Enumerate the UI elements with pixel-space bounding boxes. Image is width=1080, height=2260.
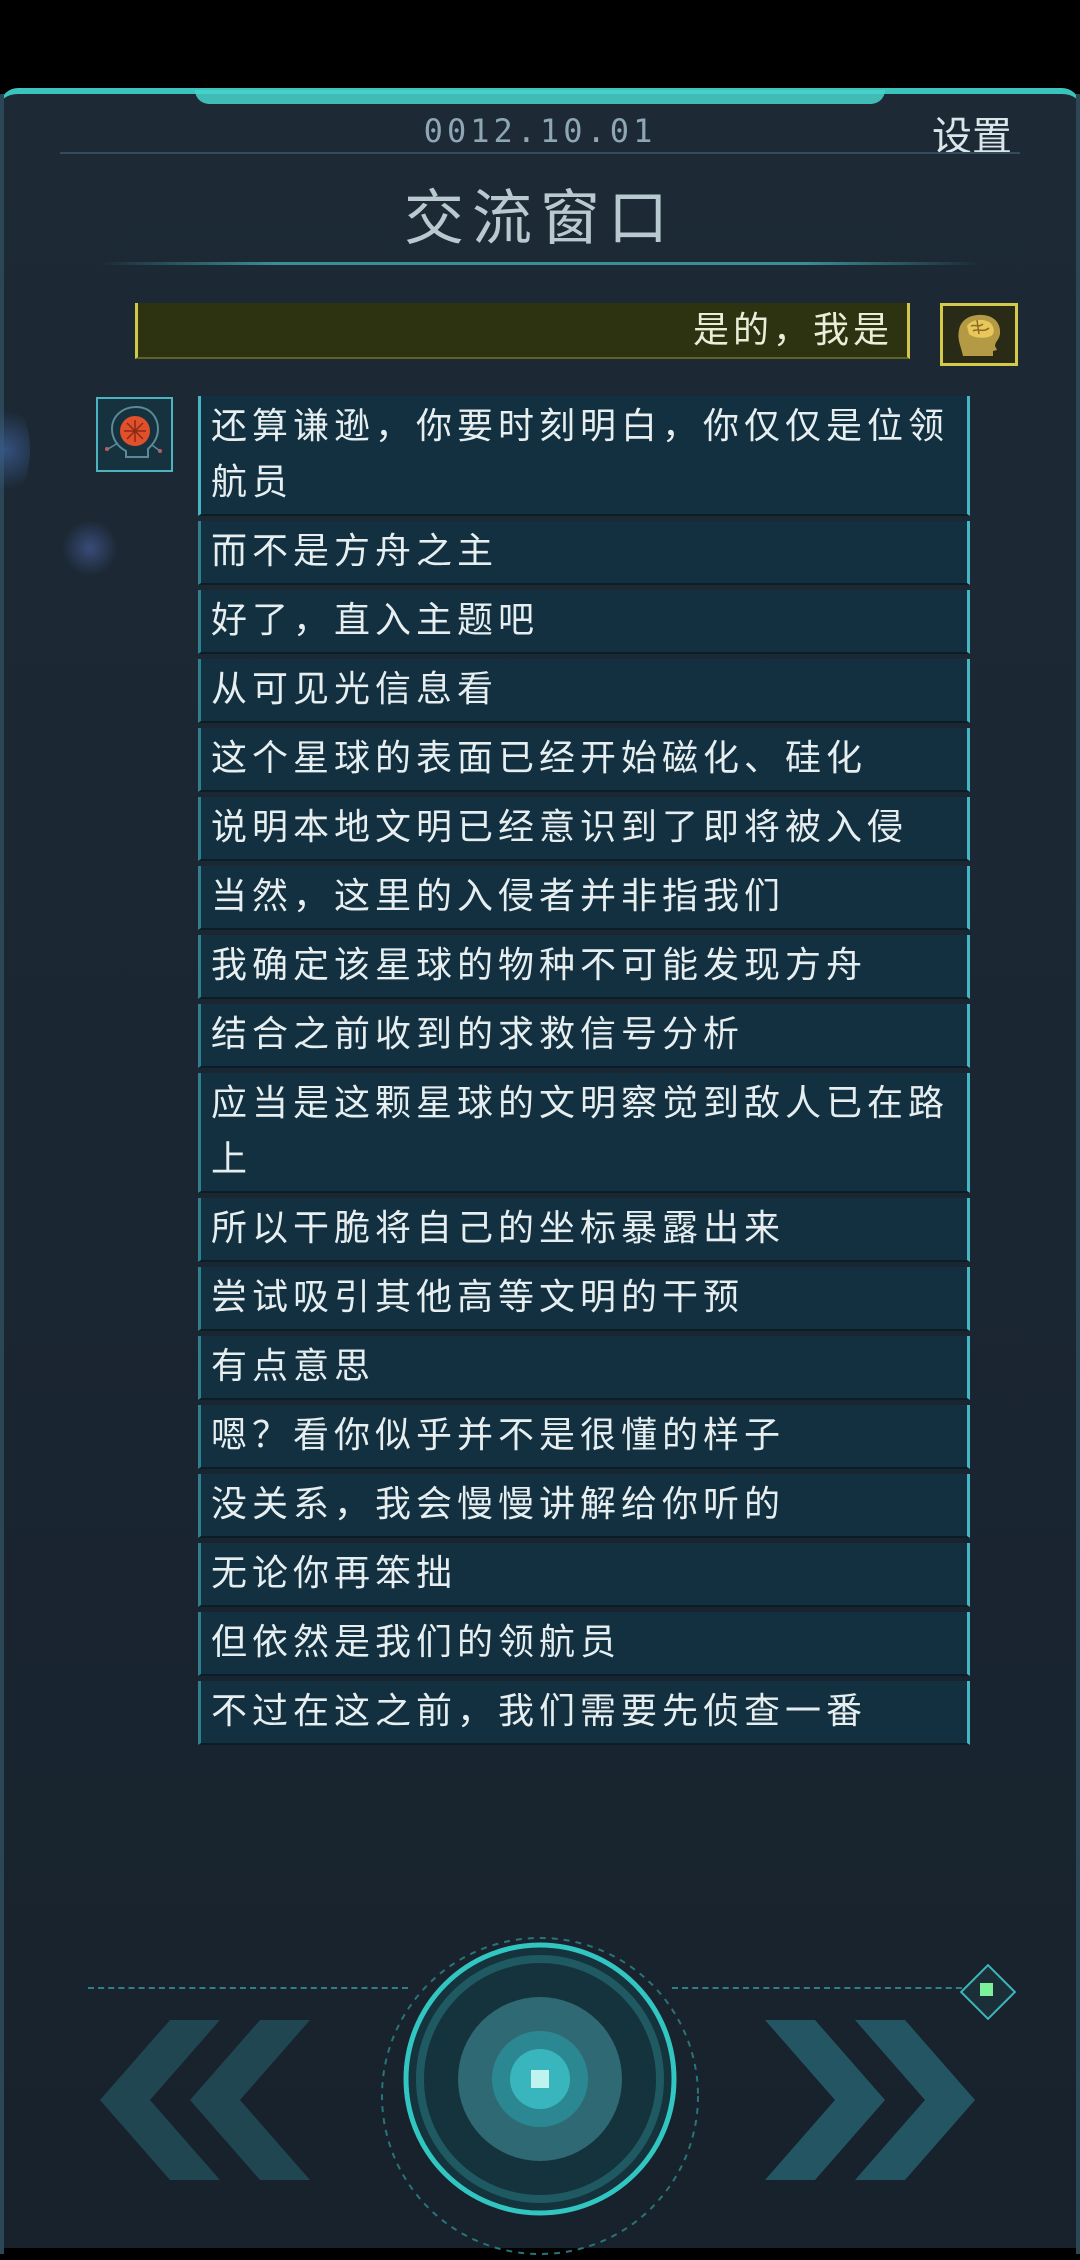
message-list: 还算谦逊，你要时刻明白，你仅仅是位领航员 而不是方舟之主 好了，直入主题吧 从可… bbox=[198, 396, 970, 1750]
message-item: 不过在这之前，我们需要先侦查一番 bbox=[198, 1681, 970, 1745]
round-action-button-icon[interactable] bbox=[380, 1936, 700, 2256]
message-item: 而不是方舟之主 bbox=[198, 521, 970, 585]
game-date: 0012.10.01 bbox=[423, 112, 657, 150]
double-chevron-left-icon[interactable] bbox=[100, 2020, 320, 2180]
message-item: 无论你再笨拙 bbox=[198, 1543, 970, 1607]
message-item: 这个星球的表面已经开始磁化、硅化 bbox=[198, 728, 970, 792]
message-item: 嗯？看你似乎并不是很懂的样子 bbox=[198, 1405, 970, 1469]
message-item: 我确定该星球的物种不可能发现方舟 bbox=[198, 935, 970, 999]
message-item: 当然，这里的入侵者并非指我们 bbox=[198, 866, 970, 930]
divider bbox=[60, 152, 1020, 154]
red-orb-circuit-icon bbox=[96, 397, 173, 472]
decorative-line bbox=[672, 1987, 972, 1989]
message-item: 尝试吸引其他高等文明的干预 bbox=[198, 1267, 970, 1331]
message-item: 好了，直入主题吧 bbox=[198, 590, 970, 654]
player-reply-bubble: 是的，我是 bbox=[135, 303, 910, 359]
message-item: 没关系，我会慢慢讲解给你听的 bbox=[198, 1474, 970, 1538]
background-glow bbox=[62, 520, 118, 576]
page-title: 交流窗口 bbox=[404, 184, 676, 254]
message-item: 应当是这颗星球的文明察觉到敌人已在路上 bbox=[198, 1073, 970, 1193]
double-chevron-right-icon[interactable] bbox=[755, 2020, 975, 2180]
decorative-line bbox=[88, 1987, 408, 1989]
message-item: 结合之前收到的求救信号分析 bbox=[198, 1004, 970, 1068]
message-item: 有点意思 bbox=[198, 1336, 970, 1400]
message-item: 从可见光信息看 bbox=[198, 659, 970, 723]
status-bar-area bbox=[0, 0, 1080, 88]
message-item: 还算谦逊，你要时刻明白，你仅仅是位领航员 bbox=[198, 396, 970, 516]
divider bbox=[100, 262, 980, 265]
message-item: 说明本地文明已经意识到了即将被入侵 bbox=[198, 797, 970, 861]
brain-head-icon bbox=[940, 303, 1018, 366]
message-item: 但依然是我们的领航员 bbox=[198, 1612, 970, 1676]
indicator-dot bbox=[980, 1983, 993, 1996]
message-item: 所以干脆将自己的坐标暴露出来 bbox=[198, 1198, 970, 1262]
